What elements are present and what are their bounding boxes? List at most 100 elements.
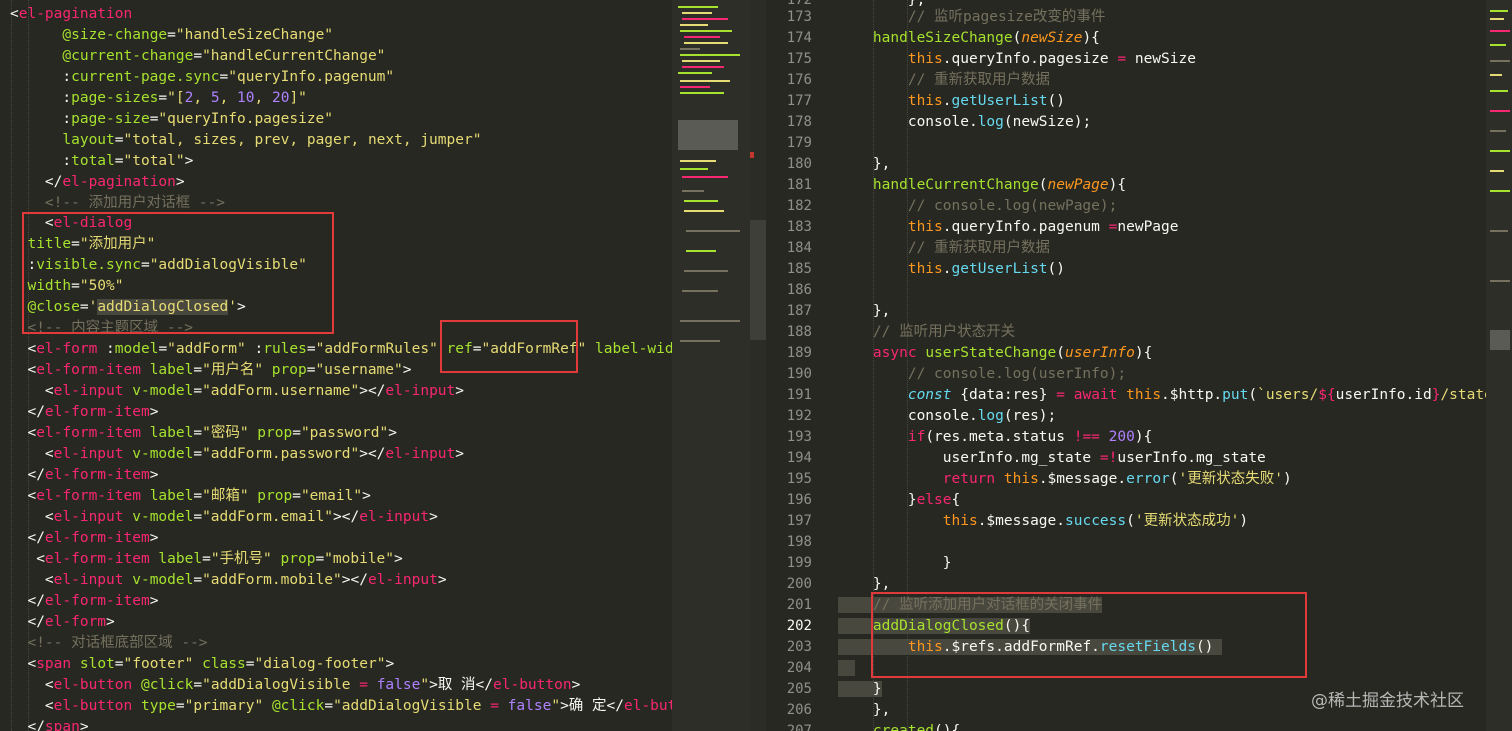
- code-line: this.getUserList(): [907, 93, 1065, 109]
- code-line: const {data:res} = await this.$http.put(…: [907, 387, 1486, 403]
- code-line: <!-- 添加用户对话框 -->: [10, 195, 225, 211]
- line-number: 182: [786, 198, 812, 214]
- line-number: 177: [786, 93, 812, 109]
- code-line: :current-page.sync="queryInfo.pagenum": [10, 69, 395, 85]
- line-number: 201: [786, 597, 812, 613]
- code-line: // console.log(newPage);: [838, 198, 1118, 214]
- line-number: 186: [786, 282, 812, 298]
- code-line: [838, 658, 856, 679]
- code-line: this.queryInfo.pagesize = newSize: [907, 51, 1196, 67]
- line-number: 183: [786, 219, 812, 235]
- code-line: <el-form-item label="密码" prop="password"…: [10, 425, 397, 441]
- line-number: 191: [786, 387, 812, 403]
- code-line: <el-input v-model="addForm.email"></el-i…: [10, 509, 438, 525]
- code-line: return this.$message.error('更新状态失败'): [942, 471, 1292, 487]
- line-number: 175: [786, 51, 812, 67]
- line-number: 205: [786, 681, 812, 697]
- line-number: 176: [786, 72, 812, 88]
- line-number: 194: [786, 450, 812, 466]
- line-number: 198: [786, 534, 812, 550]
- line-number: 203: [786, 639, 812, 655]
- minimap-left[interactable]: [672, 0, 750, 731]
- editor-pane-left[interactable]: <el-pagination @size-change="handleSizeC…: [0, 0, 672, 731]
- minimap-right[interactable]: [1486, 0, 1512, 731]
- scrollbar-thumb[interactable]: [750, 220, 766, 340]
- code-line: :page-sizes="[2, 5, 10, 20]": [10, 90, 307, 106]
- line-number: 204: [786, 660, 812, 676]
- code-line: console.log(newSize);: [838, 114, 1092, 130]
- code-line: @size-change="handleSizeChange": [62, 27, 334, 43]
- code-line: @current-change="handleCurrentChange": [62, 48, 386, 64]
- line-number: 181: [786, 177, 812, 193]
- code-line: </el-form>: [10, 614, 115, 630]
- watermark: @稀土掘金技术社区: [1311, 691, 1464, 711]
- code-line: // 重新获取用户数据: [838, 72, 1051, 88]
- code-line: // 重新获取用户数据: [838, 240, 1051, 256]
- line-number: 207: [786, 723, 812, 731]
- line-number: 178: [786, 114, 812, 130]
- line-number: 193: [786, 429, 812, 445]
- line-number: 188: [786, 324, 812, 340]
- code-line: </el-form-item>: [10, 467, 159, 483]
- line-number: 206: [786, 702, 812, 718]
- code-line: </el-form-item>: [10, 530, 159, 546]
- line-number: 184: [786, 240, 812, 256]
- code-line: handleCurrentChange(newPage){: [872, 177, 1127, 193]
- code-line: },: [838, 702, 891, 718]
- code-line: this.queryInfo.pagenum =newPage: [907, 219, 1179, 235]
- code-line: handleSizeChange(newSize){: [872, 30, 1100, 46]
- line-number: 189: [786, 345, 812, 361]
- highlight-box-dialog: [22, 212, 334, 334]
- line-number: 185: [786, 261, 812, 277]
- code-line: <el-pagination: [10, 6, 133, 22]
- line-number: 197: [786, 513, 812, 529]
- code-line: this.$message.success('更新状态成功'): [942, 513, 1249, 529]
- code-line: if(res.meta.status !== 200){: [907, 429, 1153, 445]
- line-number: 187: [786, 303, 812, 319]
- code-line: created(){: [872, 723, 961, 731]
- code-line: </span>: [10, 719, 89, 731]
- editor-pane-right[interactable]: }, // 监听pagesize改变的事件 handleSizeChange(n…: [826, 0, 1486, 731]
- code-line: },: [838, 303, 891, 319]
- code-line: async userStateChange(userInfo){: [872, 345, 1153, 361]
- code-line: </el-form-item>: [10, 593, 159, 609]
- code-line: // 监听pagesize改变的事件: [838, 9, 1106, 25]
- line-number: 174: [786, 30, 812, 46]
- code-line: <el-input v-model="addForm.password"></e…: [10, 446, 464, 462]
- code-line: }: [838, 681, 882, 697]
- code-line: layout="total, sizes, prev, pager, next,…: [62, 132, 482, 148]
- code-line: userInfo.mg_state =!userInfo.mg_state: [838, 450, 1266, 466]
- code-line: <el-button type="primary" @click="addDia…: [10, 698, 672, 714]
- highlight-box-ref: [440, 320, 578, 373]
- highlight-box-handler: [871, 592, 1307, 678]
- code-line: <span slot="footer" class="dialog-footer…: [10, 656, 395, 672]
- line-number-gutter: 172 173 174 175 176 177 178 179 180 181 182 183 184 1…: [766, 0, 826, 731]
- code-line: </el-form-item>: [10, 404, 159, 420]
- line-number: 179: [786, 135, 812, 151]
- code-line: <el-input v-model="addForm.mobile"></el-…: [10, 572, 447, 588]
- code-line: console.log(res);: [838, 408, 1057, 424]
- code-line: :total="total">: [10, 153, 194, 169]
- code-line: },: [838, 156, 891, 172]
- code-line: <el-form-item label="邮箱" prop="email">: [10, 488, 371, 504]
- code-line: <el-input v-model="addForm.username"></e…: [10, 383, 464, 399]
- line-number: 199: [786, 555, 812, 571]
- line-number: 196: [786, 492, 812, 508]
- code-line: <el-button @click="addDialogVisible = fa…: [10, 677, 581, 693]
- line-number: 195: [786, 471, 812, 487]
- code-line: }else{: [838, 492, 961, 508]
- line-number: 192: [786, 408, 812, 424]
- line-number: 180: [786, 156, 812, 172]
- line-number: 200: [786, 576, 812, 592]
- code-line: <!-- 对话框底部区域 -->: [10, 635, 208, 651]
- code-line: // 监听用户状态开关: [838, 324, 1016, 340]
- line-number: 190: [786, 366, 812, 382]
- code-line: </el-pagination>: [10, 174, 185, 190]
- code-line: <el-form-item label="手机号" prop="mobile">: [10, 551, 403, 567]
- line-number: 202: [786, 618, 812, 634]
- code-line: this.getUserList(): [907, 261, 1065, 277]
- scrollbar[interactable]: [750, 0, 766, 731]
- code-line: }: [838, 555, 952, 571]
- code-line: <el-form-item label="用户名" prop="username…: [10, 362, 412, 378]
- code-line: // console.log(userInfo);: [838, 366, 1127, 382]
